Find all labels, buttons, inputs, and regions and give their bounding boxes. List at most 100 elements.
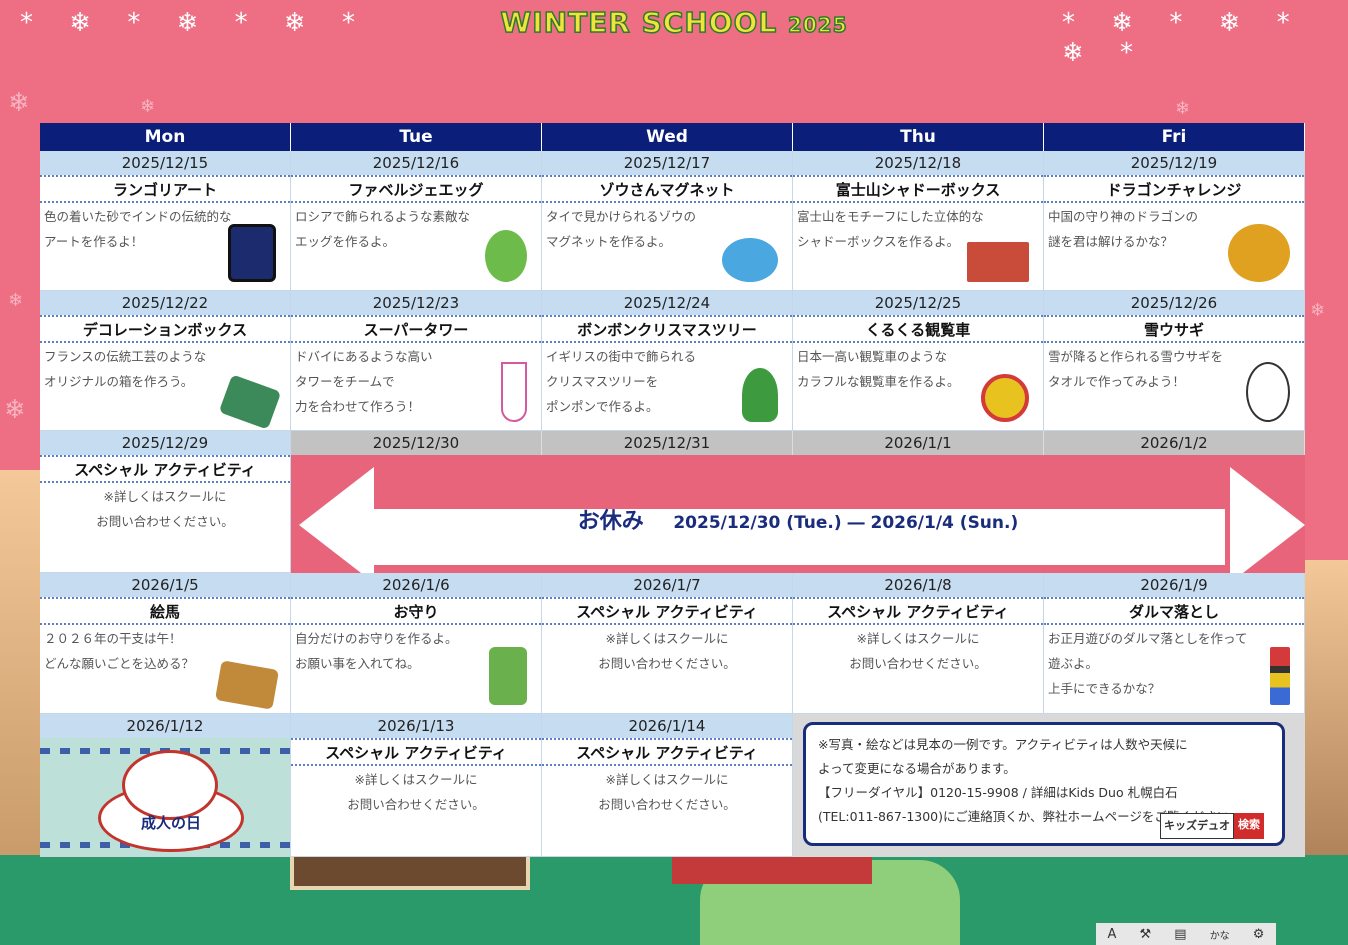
coming-of-age-label: 成人の日 bbox=[140, 814, 201, 832]
day-date: 2026/1/14 bbox=[542, 714, 792, 738]
activity-description: ※詳しくはスクールに お問い合わせください。 bbox=[598, 631, 736, 671]
activity-name: スペシャル アクティビティ bbox=[40, 455, 290, 483]
omamori-image bbox=[489, 647, 527, 705]
fuji-shadowbox-image bbox=[967, 242, 1029, 282]
day-date: 2025/12/17 bbox=[542, 151, 792, 175]
day-date: 2025/12/16 bbox=[291, 151, 541, 175]
activity-description: お正月遊びのダルマ落としを作って 遊ぶよ。 上手にできるかな？ bbox=[1048, 631, 1248, 696]
activity-name: くるくる観覧車 bbox=[793, 315, 1043, 343]
holiday-banner: 2025/12/30 2025/12/31 2026/1/1 2026/1/2 … bbox=[291, 431, 1305, 573]
day-cell: 2025/12/19 ドラゴンチャレンジ 中国の守り神のドラゴンの 謎を君は解け… bbox=[1044, 151, 1305, 291]
day-date: 2025/12/24 bbox=[542, 291, 792, 315]
activity-name: スペシャル アクティビティ bbox=[291, 738, 541, 766]
day-cell: 2025/12/22 デコレーションボックス フランスの伝統工芸のような オリジ… bbox=[40, 291, 291, 431]
snowflake-icon: ❄ bbox=[8, 290, 24, 311]
weekday-header-tue: Tue bbox=[291, 123, 542, 151]
day-date: 2025/12/25 bbox=[793, 291, 1043, 315]
snowflake-icon: ❄ bbox=[1310, 300, 1326, 321]
day-date: 2025/12/31 bbox=[542, 431, 793, 455]
pompom-tree-image bbox=[742, 368, 778, 422]
ruby-icon[interactable]: ⚒ bbox=[1140, 927, 1152, 942]
day-date: 2026/1/1 bbox=[793, 431, 1044, 455]
holiday-dates: 2025/12/30 2025/12/31 2026/1/1 2026/1/2 bbox=[291, 431, 1305, 455]
activity-name: 富士山シャドーボックス bbox=[793, 175, 1043, 203]
activity-description: ※詳しくはスクールに お問い合わせください。 bbox=[347, 772, 485, 812]
ferris-wheel-image bbox=[981, 374, 1029, 422]
day-date: 2025/12/29 bbox=[40, 431, 290, 455]
holiday-label: お休み bbox=[577, 509, 644, 534]
weekday-header-thu: Thu bbox=[793, 123, 1044, 151]
day-cell: 2025/12/29 スペシャル アクティビティ ※詳しくはスクールに お問い合… bbox=[40, 431, 291, 573]
activity-description: ※詳しくはスクールに お問い合わせください。 bbox=[96, 489, 234, 529]
accessibility-toolbar: A ⚒ ▤ かな ⚙ bbox=[1096, 923, 1276, 945]
day-date: 2025/12/19 bbox=[1044, 151, 1304, 175]
weekday-header-wed: Wed bbox=[542, 123, 793, 151]
day-date: 2025/12/22 bbox=[40, 291, 290, 315]
weekday-header-fri: Fri bbox=[1044, 123, 1305, 151]
activity-name: ランゴリアート bbox=[40, 175, 290, 203]
day-cell: 2026/1/7 スペシャル アクティビティ ※詳しくはスクールに お問い合わせ… bbox=[542, 573, 793, 714]
activity-name: ドラゴンチャレンジ bbox=[1044, 175, 1304, 203]
day-cell: 2025/12/16 ファベルジェエッグ ロシアで飾られるような素敵な エッグを… bbox=[291, 151, 542, 291]
kana-button[interactable]: かな bbox=[1210, 927, 1230, 942]
day-date: 2026/1/2 bbox=[1044, 431, 1305, 455]
activity-name: ゾウさんマグネット bbox=[542, 175, 792, 203]
reader-icon[interactable]: ▤ bbox=[1174, 927, 1186, 942]
activity-name: スペシャル アクティビティ bbox=[542, 738, 792, 766]
holiday-range: 2025/12/30 (Tue.) ― 2026/1/4 (Sun.) bbox=[673, 513, 1019, 533]
day-date: 2026/1/13 bbox=[291, 714, 541, 738]
elephant-magnet-image bbox=[722, 238, 778, 282]
activity-name: ファベルジェエッグ bbox=[291, 175, 541, 203]
dragon-image bbox=[1228, 224, 1290, 282]
day-cell: 2026/1/13 スペシャル アクティビティ ※詳しくはスクールに お問い合わ… bbox=[291, 714, 542, 857]
day-cell: 2025/12/25 くるくる観覧車 日本一高い観覧車のような カラフルな観覧車… bbox=[793, 291, 1044, 431]
activity-name: ダルマ落とし bbox=[1044, 597, 1304, 625]
day-date: 2025/12/18 bbox=[793, 151, 1043, 175]
day-cell: 2026/1/8 スペシャル アクティビティ ※詳しくはスクールに お問い合わせ… bbox=[793, 573, 1044, 714]
activity-name: スーパータワー bbox=[291, 315, 541, 343]
notice-box: ※写真・絵などは見本の一例です。アクティビティは人数や天候に よって変更になる場… bbox=[803, 722, 1285, 846]
background-tower-left bbox=[0, 470, 40, 870]
activity-description: ※詳しくはスクールに お問い合わせください。 bbox=[849, 631, 987, 671]
day-cell: 2025/12/17 ゾウさんマグネット タイで見かけられるゾウの マグネットを… bbox=[542, 151, 793, 291]
day-cell: 2026/1/14 スペシャル アクティビティ ※詳しくはスクールに お問い合わ… bbox=[542, 714, 793, 857]
super-tower-image bbox=[501, 362, 527, 422]
activity-name: スペシャル アクティビティ bbox=[793, 597, 1043, 625]
font-size-icon[interactable]: A bbox=[1108, 927, 1117, 942]
snowflake-icon: ❄ bbox=[8, 88, 30, 118]
activity-description: ※詳しくはスクールに お問い合わせください。 bbox=[598, 772, 736, 812]
search-keyword: キッズデュオ bbox=[1160, 813, 1234, 839]
day-date: 2025/12/26 bbox=[1044, 291, 1304, 315]
holiday-arrow: お休み 2025/12/30 (Tue.) ― 2026/1/4 (Sun.) bbox=[291, 455, 1305, 573]
activity-name: お守り bbox=[291, 597, 541, 625]
day-cell: 2026/1/9 ダルマ落とし お正月遊びのダルマ落としを作って 遊ぶよ。 上手… bbox=[1044, 573, 1305, 714]
background-tower-right bbox=[1305, 560, 1348, 860]
day-cell: 2026/1/6 お守り 自分だけのお守りを作るよ。 お願い事を入れてね。 bbox=[291, 573, 542, 714]
daruma-otoshi-image bbox=[1270, 647, 1290, 705]
title-text: WINTER SCHOOL bbox=[500, 5, 778, 40]
holiday-text: お休み 2025/12/30 (Tue.) ― 2026/1/4 (Sun.) bbox=[291, 503, 1305, 535]
day-cell: 2025/12/26 雪ウサギ 雪が降ると作られる雪ウサギを タオルで作ってみよ… bbox=[1044, 291, 1305, 431]
search-box[interactable]: キッズデュオ 検索 bbox=[1160, 813, 1264, 839]
search-button[interactable]: 検索 bbox=[1234, 813, 1264, 839]
day-date: 2026/1/8 bbox=[793, 573, 1043, 597]
day-date: 2026/1/5 bbox=[40, 573, 290, 597]
weekday-header-mon: Mon bbox=[40, 123, 291, 151]
faberge-egg-image bbox=[485, 230, 527, 282]
activity-name: ボンボンクリスマスツリー bbox=[542, 315, 792, 343]
activity-name: 雪ウサギ bbox=[1044, 315, 1304, 343]
day-date: 2026/1/9 bbox=[1044, 573, 1304, 597]
day-date: 2025/12/30 bbox=[291, 431, 542, 455]
day-date: 2025/12/23 bbox=[291, 291, 541, 315]
day-cell: 2025/12/15 ランゴリアート 色の着いた砂でインドの伝統的な アートを作… bbox=[40, 151, 291, 291]
day-date: 2026/1/12 bbox=[40, 714, 290, 738]
rangoli-art-image bbox=[228, 224, 276, 282]
coming-of-age-day-cell: 2026/1/12 成人の日 bbox=[40, 714, 291, 857]
title-year: 2025 bbox=[787, 12, 848, 38]
day-date: 2025/12/15 bbox=[40, 151, 290, 175]
notice-cell: ※写真・絵などは見本の一例です。アクティビティは人数や天候に よって変更になる場… bbox=[793, 714, 1305, 857]
snowman-head-icon bbox=[122, 750, 218, 820]
day-date: 2026/1/7 bbox=[542, 573, 792, 597]
gear-icon[interactable]: ⚙ bbox=[1253, 927, 1265, 942]
day-cell: 2025/12/24 ボンボンクリスマスツリー イギリスの街中で飾られる クリス… bbox=[542, 291, 793, 431]
